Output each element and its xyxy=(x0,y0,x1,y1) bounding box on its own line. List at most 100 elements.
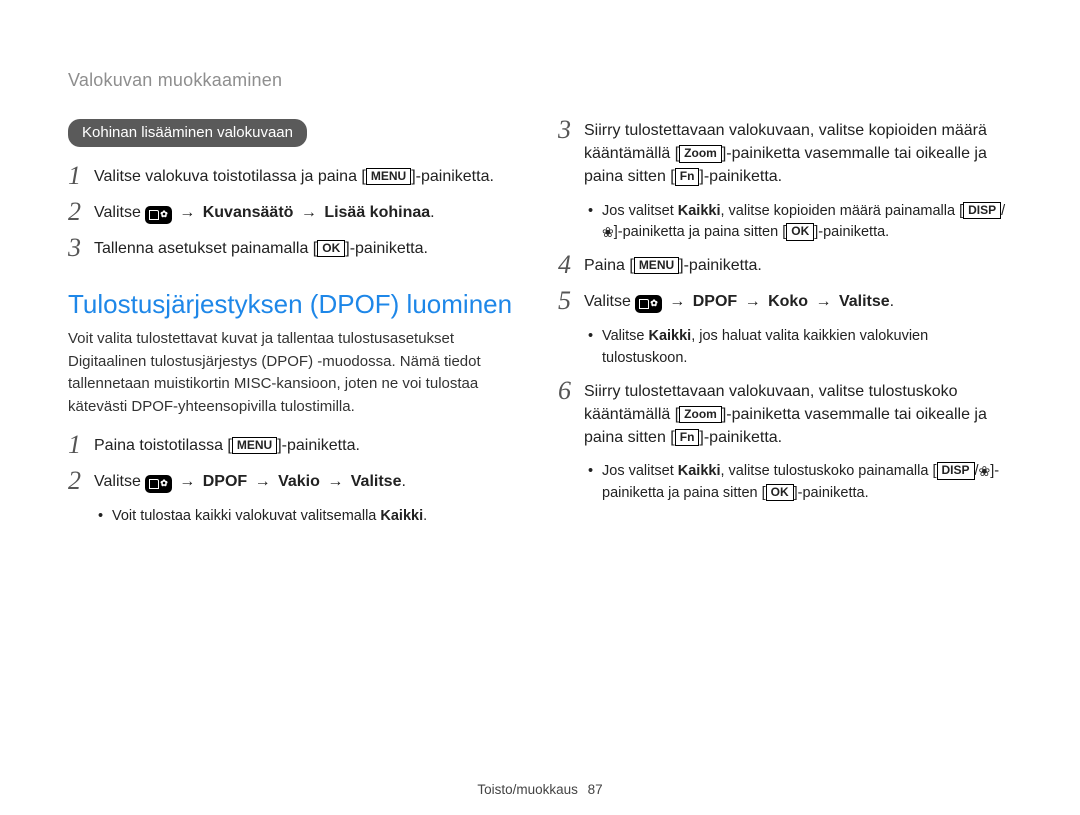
step-number: 2 xyxy=(68,199,94,225)
section-header: Valokuvan muokkaaminen xyxy=(68,70,1012,91)
bold-text: DPOF xyxy=(693,293,737,310)
bold-text: Kuvansäätö xyxy=(203,204,294,221)
text: ]-painiketta. xyxy=(411,168,494,185)
arrow: → xyxy=(172,473,203,490)
text: Valitse xyxy=(94,204,145,221)
text: . xyxy=(401,473,405,490)
step-r3: 3 Siirry tulostettavaan valokuvaan, vali… xyxy=(558,119,1012,189)
zoom-icon: Zoom xyxy=(679,406,722,423)
fn-icon: Fn xyxy=(675,168,700,185)
text: Valitse xyxy=(584,293,635,310)
bold-text: Koko xyxy=(768,293,808,310)
footer-label: Toisto/muokkaus xyxy=(477,782,578,797)
bullet-text: Jos valitset Kaikki, valitse kopioiden m… xyxy=(602,201,1012,245)
bullet-dot: • xyxy=(588,461,602,505)
two-column-layout: Kohinan lisääminen valokuvaan 1 Valitse … xyxy=(68,119,1012,538)
arrow: → xyxy=(662,293,693,310)
text: Valitse xyxy=(602,328,648,344)
bold-text: Vakio xyxy=(278,473,320,490)
bold-text: DPOF xyxy=(203,473,247,490)
arrow: → xyxy=(247,473,278,490)
step-text: Valitse → Kuvansäätö → Lisää kohinaa. xyxy=(94,201,522,224)
step-2: 2 Valitse → Kuvansäätö → Lisää kohinaa. xyxy=(68,201,522,225)
bold-text: Kaikki xyxy=(380,508,423,524)
bullet-text: Valitse Kaikki, jos haluat valita kaikki… xyxy=(602,326,1012,370)
text: ]-painiketta. xyxy=(794,485,869,501)
slash: / xyxy=(1001,203,1005,219)
text: ]-painiketta. xyxy=(277,437,360,454)
disp-icon: DISP xyxy=(937,462,975,479)
text: ]-painiketta. xyxy=(814,224,889,240)
arrow: → xyxy=(320,473,351,490)
menu-icon: MENU xyxy=(232,437,277,454)
menu-icon: MENU xyxy=(634,257,679,274)
step-number: 1 xyxy=(68,432,94,458)
step-r4: 4 Paina [MENU]-painiketta. xyxy=(558,254,1012,278)
step-text: Siirry tulostettavaan valokuvaan, valits… xyxy=(584,119,1012,189)
bullet-item: • Jos valitset Kaikki, valitse tulostusk… xyxy=(588,461,1012,505)
text: ]-painiketta vasemmalle tai oikealle ja xyxy=(722,145,987,162)
text: . xyxy=(430,204,434,221)
step-number: 5 xyxy=(558,288,584,314)
text: Siirry tulostettavaan valokuvaan, valits… xyxy=(584,383,958,400)
step-number: 1 xyxy=(68,163,94,189)
paragraph: Voit valita tulostettavat kuvat ja talle… xyxy=(68,328,522,418)
text: paina sitten [ xyxy=(584,429,675,446)
step-number: 4 xyxy=(558,252,584,278)
text: Valitse valokuva toistotilassa ja paina … xyxy=(94,168,366,185)
arrow: → xyxy=(172,204,203,221)
step-b1: 1 Paina toistotilassa [MENU]-painiketta. xyxy=(68,434,522,458)
fn-icon: Fn xyxy=(675,429,700,446)
bullet-dot: • xyxy=(588,201,602,245)
text: ]-painiketta ja paina sitten [ xyxy=(614,224,787,240)
step-text: Paina toistotilassa [MENU]-painiketta. xyxy=(94,434,522,457)
document-page: Valokuvan muokkaaminen Kohinan lisäämine… xyxy=(0,0,1080,815)
bullet-item: • Jos valitset Kaikki, valitse kopioiden… xyxy=(588,201,1012,245)
left-column: Kohinan lisääminen valokuvaan 1 Valitse … xyxy=(68,119,522,538)
step-text: Valitse valokuva toistotilassa ja paina … xyxy=(94,165,522,188)
subsection-pill: Kohinan lisääminen valokuvaan xyxy=(68,119,307,147)
arrow: → xyxy=(293,204,324,221)
text: ]-painiketta. xyxy=(679,257,762,274)
text: . xyxy=(423,508,427,524)
text: ]-painiketta. xyxy=(699,429,782,446)
text: Paina toistotilassa [ xyxy=(94,437,232,454)
macro-icon: ❀ xyxy=(602,225,614,239)
bullet-text: Voit tulostaa kaikki valokuvat valitsema… xyxy=(112,506,522,528)
text: kääntämällä [ xyxy=(584,145,679,162)
text: Voit tulostaa kaikki valokuvat valitsema… xyxy=(112,508,380,524)
text: Jos valitset xyxy=(602,463,678,479)
edit-photo-icon xyxy=(145,206,172,224)
edit-photo-icon xyxy=(145,475,172,493)
step-r5: 5 Valitse → DPOF → Koko → Valitse. xyxy=(558,290,1012,314)
bold-text: Valitse xyxy=(839,293,890,310)
page-footer: Toisto/muokkaus 87 xyxy=(0,782,1080,797)
bullet-dot: • xyxy=(98,506,112,528)
ok-icon: OK xyxy=(766,484,794,501)
text: . xyxy=(890,293,894,310)
heading-dpof: Tulostusjärjestyksen (DPOF) luominen xyxy=(68,289,522,320)
bold-text: Valitse xyxy=(351,473,402,490)
disp-icon: DISP xyxy=(963,202,1001,219)
step-number: 6 xyxy=(558,378,584,404)
bullet-item: • Valitse Kaikki, jos haluat valita kaik… xyxy=(588,326,1012,370)
step-text: Siirry tulostettavaan valokuvaan, valits… xyxy=(584,380,1012,450)
step-number: 3 xyxy=(558,117,584,143)
step-text: Valitse → DPOF → Koko → Valitse. xyxy=(584,290,1012,313)
right-column: 3 Siirry tulostettavaan valokuvaan, vali… xyxy=(558,119,1012,538)
text: Paina [ xyxy=(584,257,634,274)
step-1: 1 Valitse valokuva toistotilassa ja pain… xyxy=(68,165,522,189)
menu-icon: MENU xyxy=(366,168,411,185)
step-text: Valitse → DPOF → Vakio → Valitse. xyxy=(94,470,522,493)
bullet-item: • Voit tulostaa kaikki valokuvat valitse… xyxy=(98,506,522,528)
text: Jos valitset xyxy=(602,203,678,219)
bold-text: Kaikki xyxy=(678,203,721,219)
ok-icon: OK xyxy=(317,240,345,257)
text: paina sitten [ xyxy=(584,168,675,185)
step-3: 3 Tallenna asetukset painamalla [OK]-pai… xyxy=(68,237,522,261)
step-text: Paina [MENU]-painiketta. xyxy=(584,254,1012,277)
text: ]-painiketta vasemmalle tai oikealle ja xyxy=(722,406,987,423)
step-text: Tallenna asetukset painamalla [OK]-paini… xyxy=(94,237,522,260)
zoom-icon: Zoom xyxy=(679,145,722,162)
text: , valitse kopioiden määrä painamalla xyxy=(720,203,959,219)
